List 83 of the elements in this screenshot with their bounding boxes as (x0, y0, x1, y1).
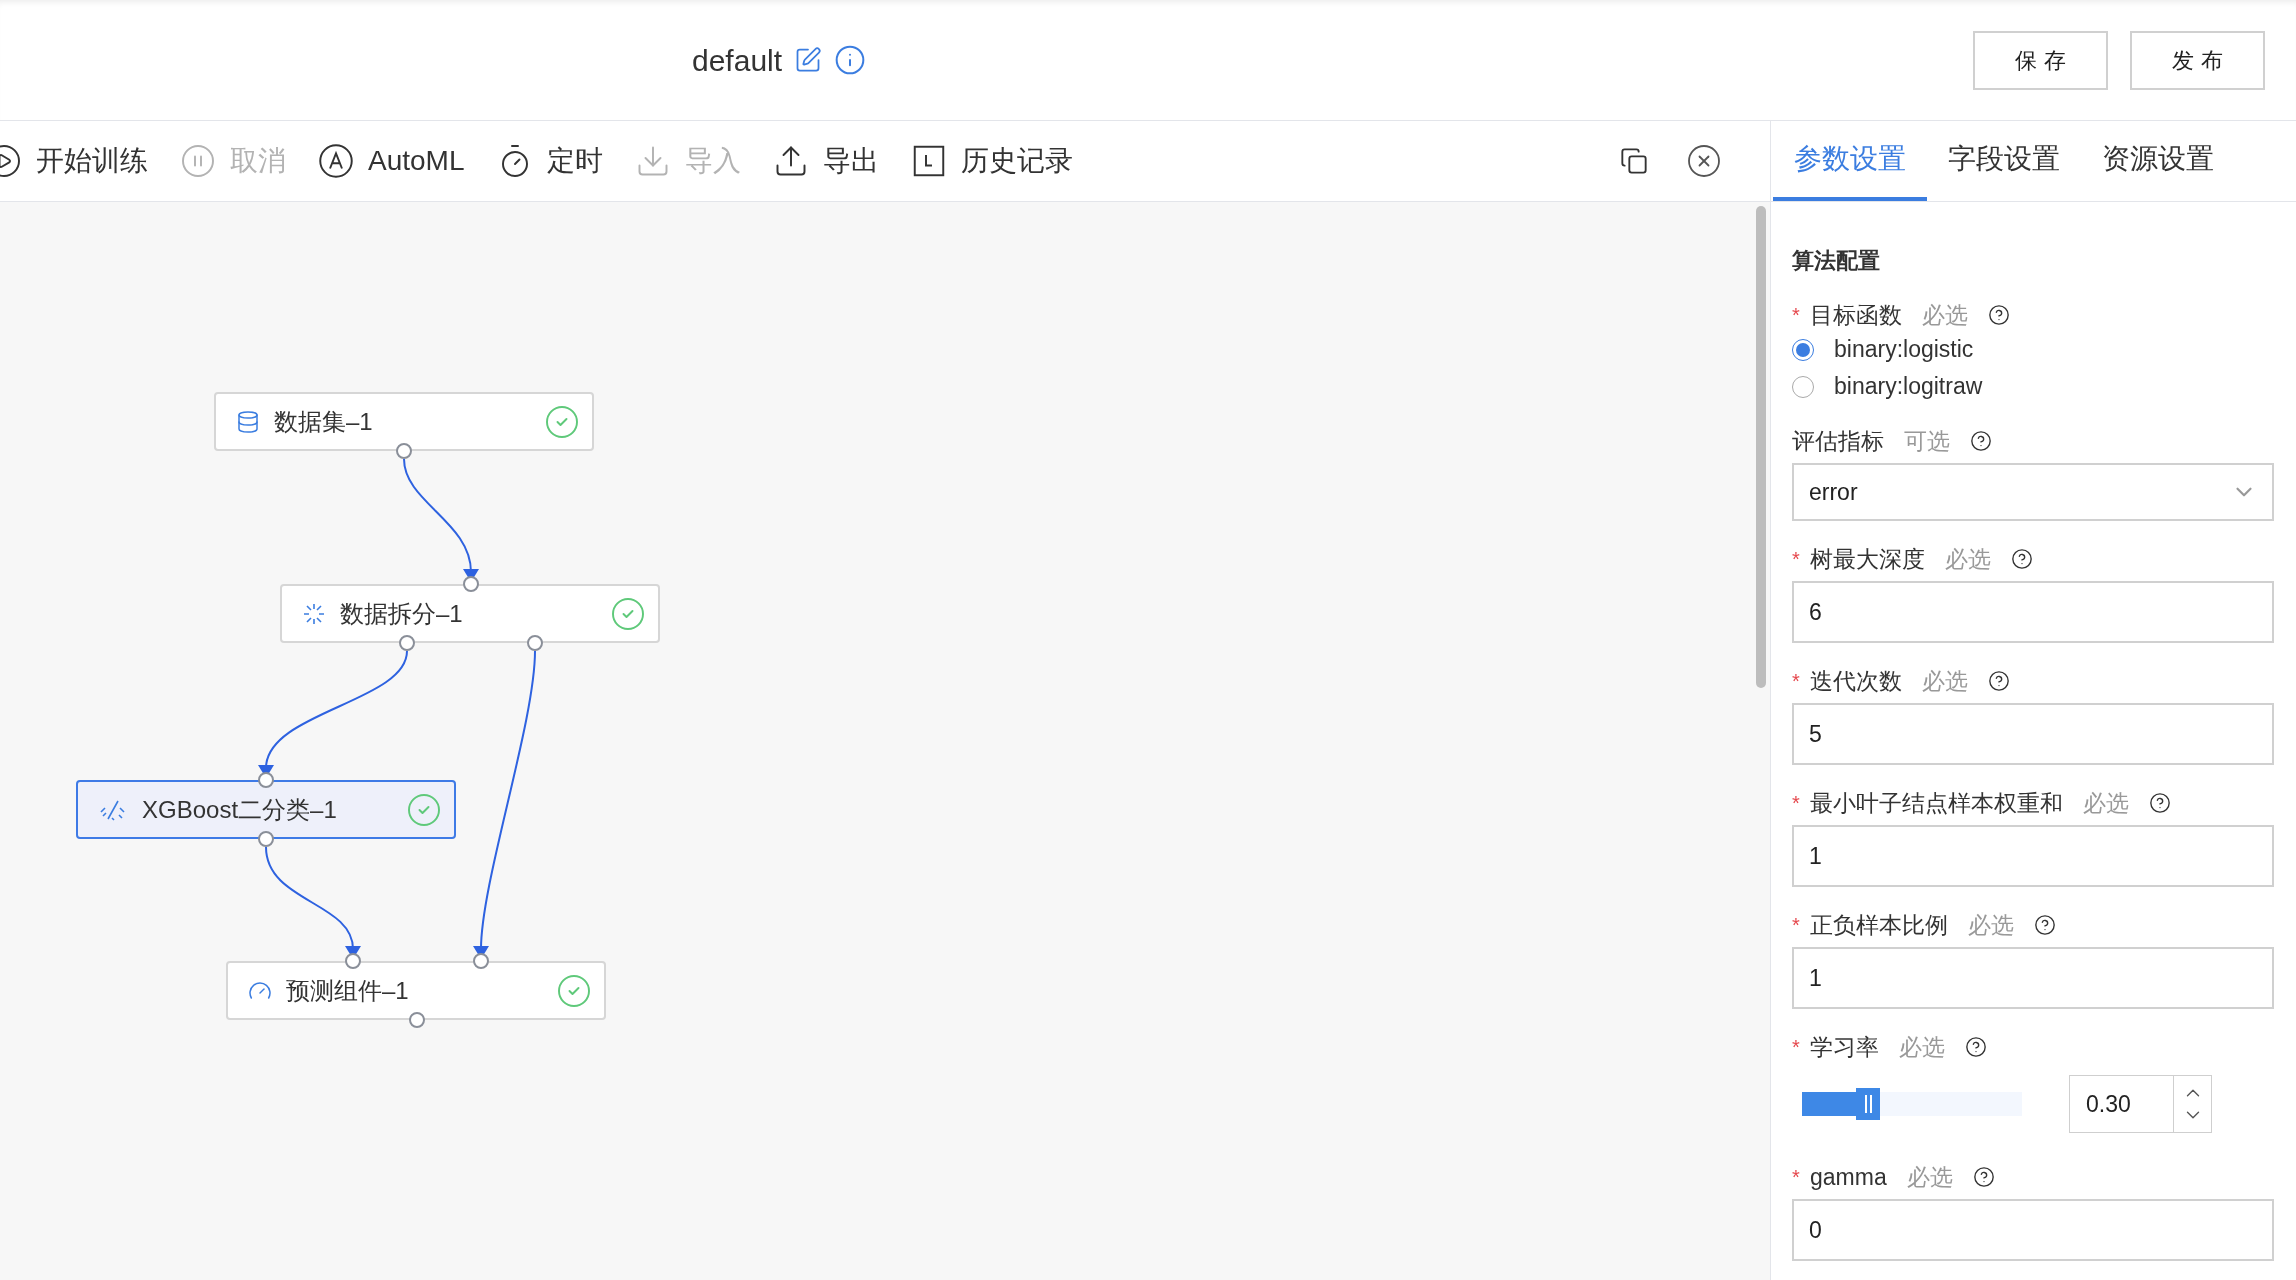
required-asterisk: * (1792, 669, 1801, 694)
required-asterisk: * (1792, 547, 1801, 572)
field-hint: 可选 (1904, 427, 1950, 456)
required-asterisk: * (1792, 791, 1801, 816)
flow-node[interactable]: XGBoost二分类–1 (76, 780, 456, 839)
scatter-arrows-icon (302, 601, 326, 626)
required-asterisk: * (1792, 303, 1801, 328)
required-asterisk: * (1792, 1035, 1801, 1060)
pause-icon (180, 143, 216, 179)
close-icon[interactable] (1686, 143, 1722, 179)
database-icon (236, 409, 260, 434)
field-label: 正负样本比例 (1810, 911, 1948, 940)
help-icon (1970, 430, 1992, 452)
field-hint: 必选 (1899, 1033, 1945, 1062)
select-field[interactable]: error (1792, 463, 2274, 521)
help-icon (2149, 792, 2171, 814)
required-asterisk: * (1792, 913, 1801, 938)
toolbar-button[interactable]: 导出 (772, 140, 879, 182)
node-label: 数据拆分–1 (340, 598, 464, 629)
help-icon (1988, 670, 2010, 692)
copy-icon[interactable] (1620, 147, 1648, 175)
settings-tab[interactable]: 字段设置 (1927, 121, 2081, 201)
node-label: XGBoost二分类–1 (142, 794, 338, 825)
input-field[interactable]: 5 (1792, 703, 2274, 765)
field-hint: 必选 (1945, 545, 1991, 574)
header-button[interactable]: 保 存 (1973, 30, 2108, 90)
input-field[interactable]: 0 (1792, 1199, 2274, 1261)
field-label: 学习率 (1810, 1033, 1879, 1062)
input-field[interactable]: 6 (1792, 581, 2274, 643)
field-hint: 必选 (2083, 789, 2129, 818)
radio-label: binary:logitraw (1834, 372, 1983, 402)
flow-node[interactable]: 数据拆分–1 (280, 584, 660, 643)
check-icon (544, 403, 580, 440)
field-label: 评估指标 (1792, 427, 1884, 456)
check-icon (406, 791, 442, 828)
letter-circle-icon (318, 143, 354, 179)
project-title: default (692, 42, 783, 79)
node-label: 数据集–1 (274, 406, 374, 437)
field-label: 最小叶子结点样本权重和 (1810, 789, 2063, 818)
header-button[interactable]: 发 布 (2130, 30, 2265, 90)
port[interactable] (409, 1012, 425, 1028)
edit-icon[interactable] (794, 46, 823, 74)
field-label: gamma (1810, 1163, 1887, 1192)
radio-label: binary:logistic (1834, 335, 1974, 365)
port[interactable] (396, 443, 412, 459)
field-hint: 必选 (1906, 1163, 1953, 1192)
toolbar-button[interactable]: AutoML (318, 140, 465, 182)
port[interactable] (527, 635, 543, 651)
field-label: 迭代次数 (1810, 667, 1902, 696)
help-icon (2034, 914, 2056, 936)
port[interactable] (463, 576, 479, 592)
flow-node[interactable]: 预测组件–1 (226, 961, 606, 1020)
field-hint: 必选 (1968, 911, 2014, 940)
toolbar-button[interactable]: 历史记录 (910, 140, 1073, 182)
port[interactable] (345, 953, 361, 969)
help-icon (2011, 548, 2033, 570)
toolbar-button[interactable]: 定时 (496, 140, 603, 182)
input-field[interactable]: 1 (1792, 825, 2274, 887)
port[interactable] (473, 953, 489, 969)
input-field[interactable]: 1 (1792, 947, 2274, 1009)
number-stepper[interactable]: 0.30 (2069, 1075, 2212, 1133)
port[interactable] (258, 831, 274, 847)
settings-tab[interactable]: 参数设置 (1773, 121, 1927, 201)
flow-node[interactable]: 数据集–1 (214, 392, 594, 451)
help-icon (1988, 304, 2010, 326)
required-asterisk: * (1792, 1165, 1801, 1190)
help-icon (1972, 1166, 1995, 1188)
info-icon[interactable] (834, 44, 867, 76)
field-label: 树最大深度 (1810, 545, 1925, 574)
slider-handle[interactable] (1856, 1088, 1880, 1120)
help-icon (1965, 1036, 1987, 1058)
node-label: 预测组件–1 (286, 975, 410, 1006)
port[interactable] (399, 635, 415, 651)
check-icon (556, 972, 592, 1009)
section-title: 算法配置 (1792, 247, 1881, 275)
field-hint: 必选 (1922, 667, 1968, 696)
toolbar-button[interactable]: 开始训练 (0, 140, 148, 182)
check-icon (610, 595, 646, 632)
scrollbar[interactable] (1756, 206, 1766, 688)
field-label: 目标函数 (1810, 301, 1902, 330)
settings-tab[interactable]: 资源设置 (2081, 121, 2235, 201)
field-hint: 必选 (1922, 301, 1968, 330)
port[interactable] (258, 772, 274, 788)
